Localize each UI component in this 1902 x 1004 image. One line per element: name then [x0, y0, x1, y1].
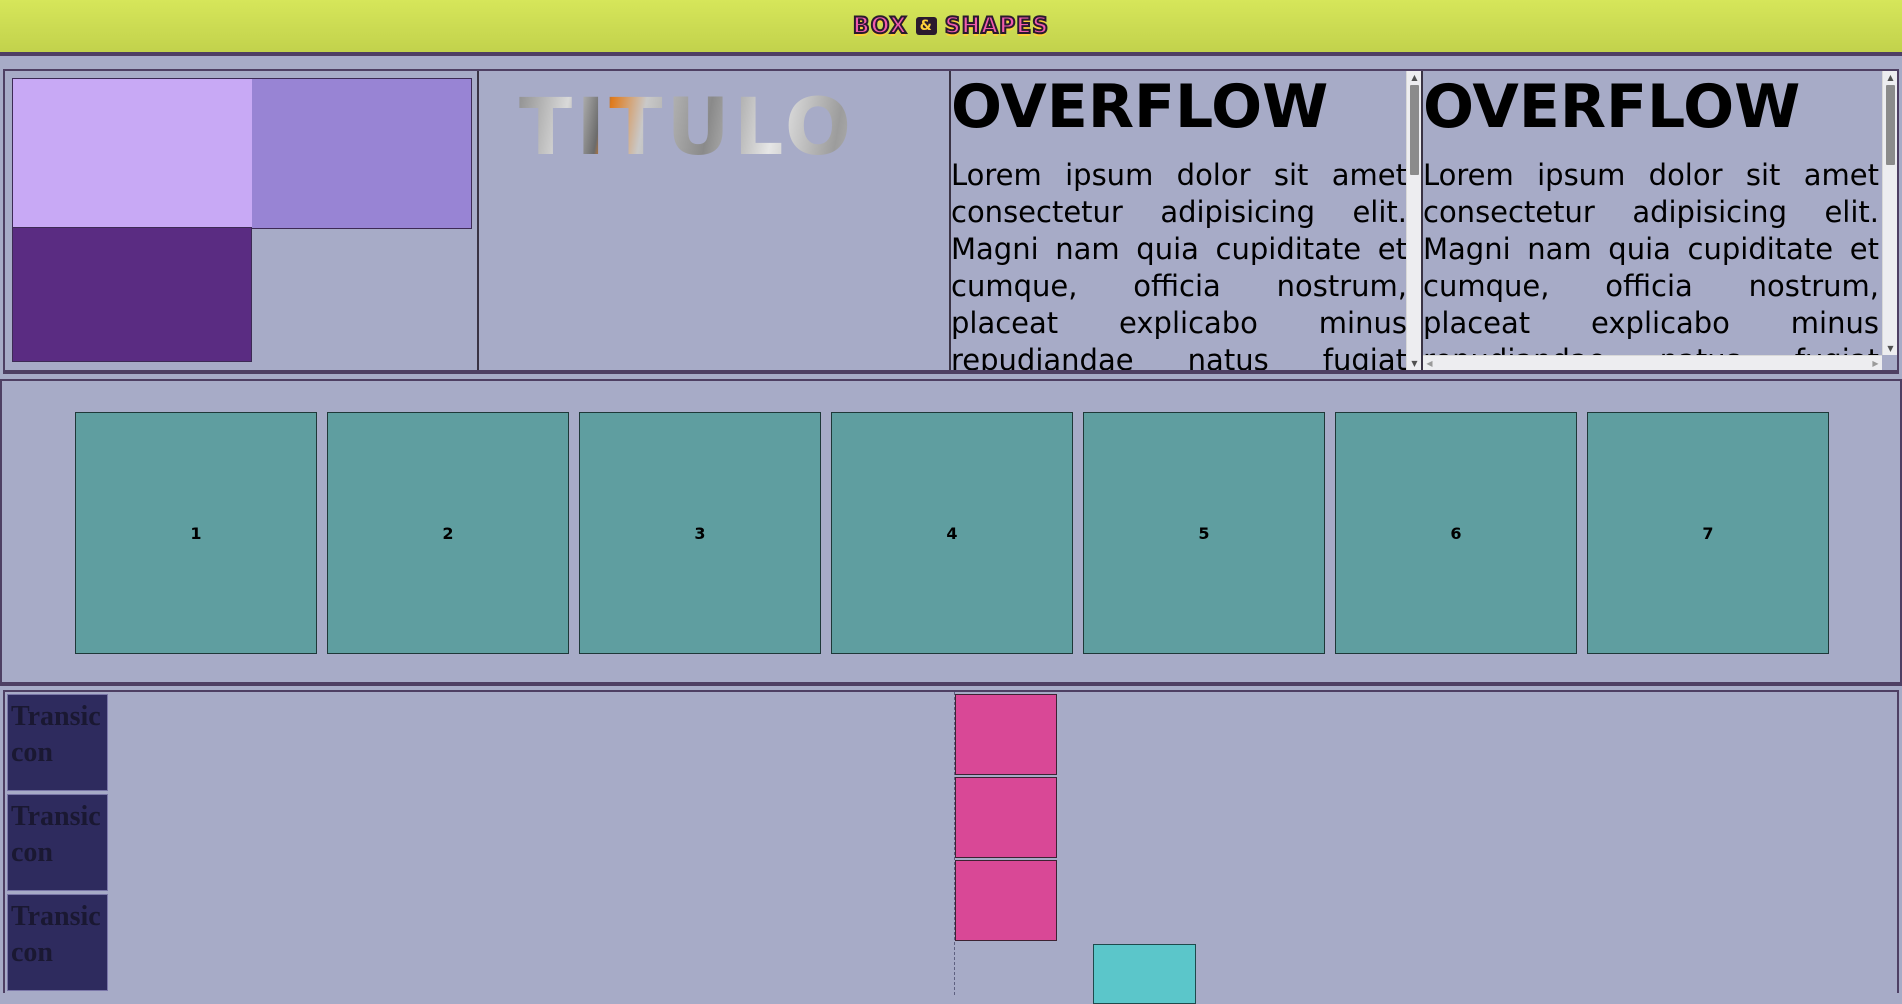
pink-square[interactable]: [955, 777, 1057, 858]
box-7: 7: [1587, 412, 1829, 654]
shapes-section: TITULO OVERFLOW Lorem ipsum dolor sit am…: [3, 69, 1899, 374]
overflow-content-2: OVERFLOW Lorem ipsum dolor sit amet cons…: [1423, 71, 1879, 370]
overflow-scroll-vertical[interactable]: OVERFLOW Lorem ipsum dolor sit amet cons…: [951, 71, 1423, 370]
titulo-cell: TITULO: [479, 71, 951, 370]
transition-box[interactable]: Transic con: [7, 894, 108, 991]
medium-purple-rectangle: [249, 78, 472, 229]
overflow-scroll-both[interactable]: OVERFLOW Lorem ipsum dolor sit amet cons…: [1423, 71, 1897, 370]
transition-label: Transic: [11, 901, 101, 932]
overflow-content: OVERFLOW Lorem ipsum dolor sit amet cons…: [951, 71, 1407, 370]
stacked-shapes-cell: [5, 71, 479, 370]
vertical-scrollbar-2[interactable]: ▲ ▼: [1882, 71, 1897, 355]
pink-square[interactable]: [955, 694, 1057, 775]
scroll-down-icon[interactable]: ▼: [1407, 357, 1421, 370]
overflow-title: OVERFLOW: [951, 72, 1329, 142]
logo-text-left: BOX: [852, 13, 908, 40]
transition-box[interactable]: Transic con: [7, 694, 108, 791]
light-purple-rectangle: [12, 78, 252, 229]
scrollbar-thumb-2[interactable]: [1886, 85, 1895, 165]
box-3: 3: [579, 412, 821, 654]
logo-text-right: SHAPES: [944, 13, 1050, 40]
header-bar: BOX & SHAPES: [0, 0, 1902, 56]
transition-label: con: [11, 837, 53, 868]
overflow-title-2: OVERFLOW: [1423, 72, 1801, 142]
overflow-paragraph-2: Lorem ipsum dolor sit amet consectetur a…: [1423, 158, 1879, 370]
cyan-square[interactable]: [1093, 944, 1196, 1004]
transition-label: con: [11, 937, 53, 968]
scroll-left-icon[interactable]: ◀: [1423, 356, 1436, 370]
horizontal-scrollbar[interactable]: ◀ ▶: [1423, 355, 1882, 370]
box-2: 2: [327, 412, 569, 654]
box-5: 5: [1083, 412, 1325, 654]
transition-label: Transic: [11, 701, 101, 732]
transition-label: con: [11, 737, 53, 768]
scroll-down-icon[interactable]: ▼: [1883, 342, 1897, 355]
scroll-up-icon[interactable]: ▲: [1407, 71, 1421, 84]
box-1: 1: [75, 412, 317, 654]
transition-label: Transic: [11, 801, 101, 832]
titulo-heading: TITULO: [519, 83, 939, 173]
scroll-right-icon[interactable]: ▶: [1869, 356, 1882, 370]
dark-purple-rectangle: [12, 227, 252, 362]
pink-square[interactable]: [955, 860, 1057, 941]
box-6: 6: [1335, 412, 1577, 654]
box-4: 4: [831, 412, 1073, 654]
numbered-boxes-section: 1 2 3 4 5 6 7: [0, 379, 1902, 686]
overflow-paragraph: Lorem ipsum dolor sit amet consectetur a…: [951, 158, 1407, 370]
transition-box[interactable]: Transic con: [7, 794, 108, 891]
box-and-shapes-logo: BOX & SHAPES: [852, 13, 1050, 40]
vertical-scrollbar[interactable]: ▲ ▼: [1406, 71, 1421, 370]
logo-ampersand: &: [915, 17, 937, 35]
scroll-up-icon[interactable]: ▲: [1883, 71, 1897, 84]
transitions-section: Transic con Transic con Transic con: [3, 690, 1899, 1004]
scrollbar-thumb[interactable]: [1410, 85, 1419, 175]
